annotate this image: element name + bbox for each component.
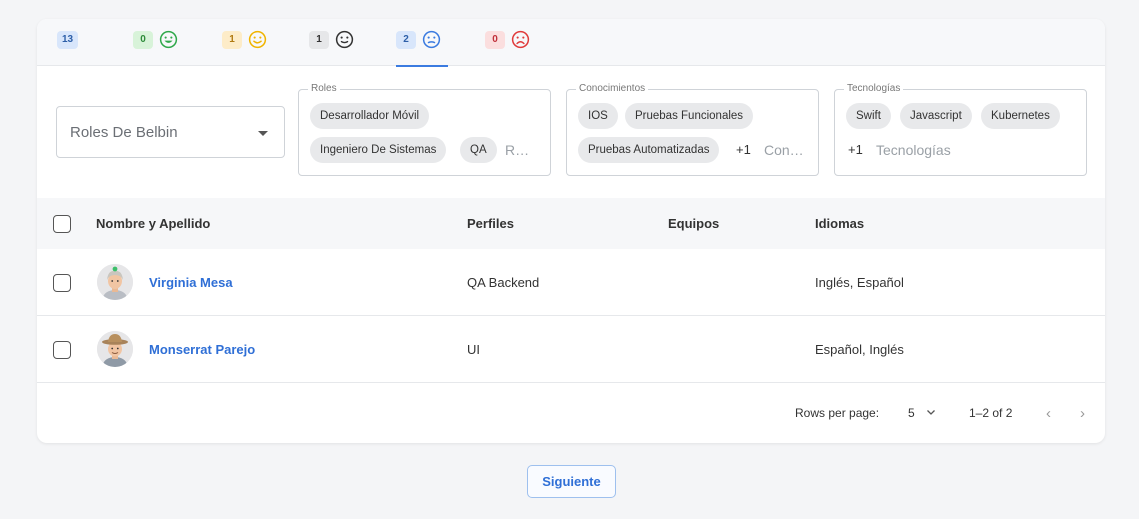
next-button[interactable]: Siguiente xyxy=(527,465,616,498)
cell-idiomas: Inglés, Español xyxy=(815,275,904,290)
filters-bar: Roles De Belbin Roles Desarrollador Móvi… xyxy=(37,67,1105,198)
count-badge: 1 xyxy=(222,31,242,49)
candidates-card: 13 0 1 1 2 0 Roles De Belbin Roles Desar… xyxy=(37,19,1105,443)
count-badge: 0 xyxy=(485,31,505,49)
role-chip[interactable]: Ingeniero De Sistemas xyxy=(310,137,447,163)
rows-per-page-value: 5 xyxy=(908,406,915,420)
column-header-name[interactable]: Nombre y Apellido xyxy=(96,198,210,249)
caret-down-icon xyxy=(258,131,268,136)
table-header: Nombre y Apellido Perfiles Equipos Idiom… xyxy=(37,198,1105,249)
candidate-name-link[interactable]: Monserrat Parejo xyxy=(149,316,255,383)
conocimiento-chip[interactable]: Pruebas Funcionales xyxy=(625,103,754,129)
belbin-roles-placeholder: Roles De Belbin xyxy=(70,123,178,141)
chevron-right-icon[interactable]: › xyxy=(1080,384,1085,443)
conocimiento-chip[interactable]: IOS xyxy=(578,103,618,129)
conocimiento-chip[interactable]: Pruebas Automatizadas xyxy=(578,137,720,163)
rows-per-page-label: Rows per page: xyxy=(795,406,880,420)
table-row: Monserrat Parejo UI Español, Inglés xyxy=(37,316,1105,383)
conocimientos-input-placeholder[interactable]: Con… xyxy=(764,137,804,163)
cell-perfiles: UI xyxy=(467,342,480,357)
meh-face-icon xyxy=(422,30,441,49)
neutral-face-icon xyxy=(335,30,354,49)
count-badge: 0 xyxy=(133,31,153,49)
sentiment-tabs: 13 0 1 1 2 0 xyxy=(37,19,1105,67)
conocimientos-filter[interactable]: Conocimientos IOS Pruebas Funcionales Pr… xyxy=(566,83,819,176)
tecnologia-chip[interactable]: Swift xyxy=(846,103,891,129)
count-badge: 13 xyxy=(57,31,79,49)
cell-perfiles: QA Backend xyxy=(467,275,540,290)
tecnologia-chip[interactable]: Javascript xyxy=(900,103,972,129)
count-badge: 2 xyxy=(396,31,416,49)
sad-face-icon xyxy=(511,30,530,49)
chevron-left-icon[interactable]: ‹ xyxy=(1046,384,1051,443)
table-row: Virginia Mesa QA Backend Inglés, Español xyxy=(37,249,1105,316)
happy-face-icon xyxy=(159,30,178,49)
select-all-checkbox[interactable] xyxy=(53,215,71,233)
rows-per-page-select[interactable]: 5 xyxy=(908,384,936,443)
conocimientos-legend: Conocimientos xyxy=(576,83,649,95)
page-range: 1–2 of 2 xyxy=(969,406,1013,420)
avatar xyxy=(97,264,133,300)
role-chip[interactable]: Desarrollador Móvil xyxy=(310,103,430,129)
cell-idiomas: Español, Inglés xyxy=(815,342,904,357)
role-chip[interactable]: QA xyxy=(460,137,497,163)
tab-smile[interactable]: 1 xyxy=(222,30,267,67)
belbin-roles-select[interactable]: Roles De Belbin xyxy=(56,106,285,158)
chevron-down-icon xyxy=(927,410,935,415)
tab-all[interactable]: 13 xyxy=(57,31,79,67)
tab-sad[interactable]: 0 xyxy=(485,30,530,67)
column-header-idiomas[interactable]: Idiomas xyxy=(815,198,864,249)
tecnologias-filter[interactable]: Tecnologías Swift Javascript Kubernetes … xyxy=(834,83,1087,176)
more-count: +1 xyxy=(736,142,751,157)
tab-meh[interactable]: 2 xyxy=(396,30,448,67)
roles-input-placeholder[interactable]: R… xyxy=(505,137,529,163)
tecnologias-legend: Tecnologías xyxy=(844,83,904,95)
tecnologias-input-placeholder[interactable]: Tecnologías xyxy=(876,137,951,163)
avatar-image xyxy=(97,264,133,300)
avatar-image xyxy=(97,331,133,367)
avatar xyxy=(97,331,133,367)
roles-legend: Roles xyxy=(308,83,340,95)
tecnologia-chip[interactable]: Kubernetes xyxy=(981,103,1060,129)
row-checkbox[interactable] xyxy=(53,274,71,292)
candidate-name-link[interactable]: Virginia Mesa xyxy=(149,249,233,316)
row-checkbox[interactable] xyxy=(53,341,71,359)
smile-face-icon xyxy=(248,30,267,49)
roles-filter[interactable]: Roles Desarrollador Móvil Ingeniero De S… xyxy=(298,83,551,176)
column-header-perfiles[interactable]: Perfiles xyxy=(467,198,514,249)
count-badge: 1 xyxy=(309,31,329,49)
table-pagination: Rows per page: 5 1–2 of 2 ‹ › xyxy=(37,384,1105,443)
tab-neutral[interactable]: 1 xyxy=(309,30,354,67)
column-header-equipos[interactable]: Equipos xyxy=(668,198,719,249)
more-count: +1 xyxy=(848,142,863,157)
tab-happy[interactable]: 0 xyxy=(133,30,178,67)
